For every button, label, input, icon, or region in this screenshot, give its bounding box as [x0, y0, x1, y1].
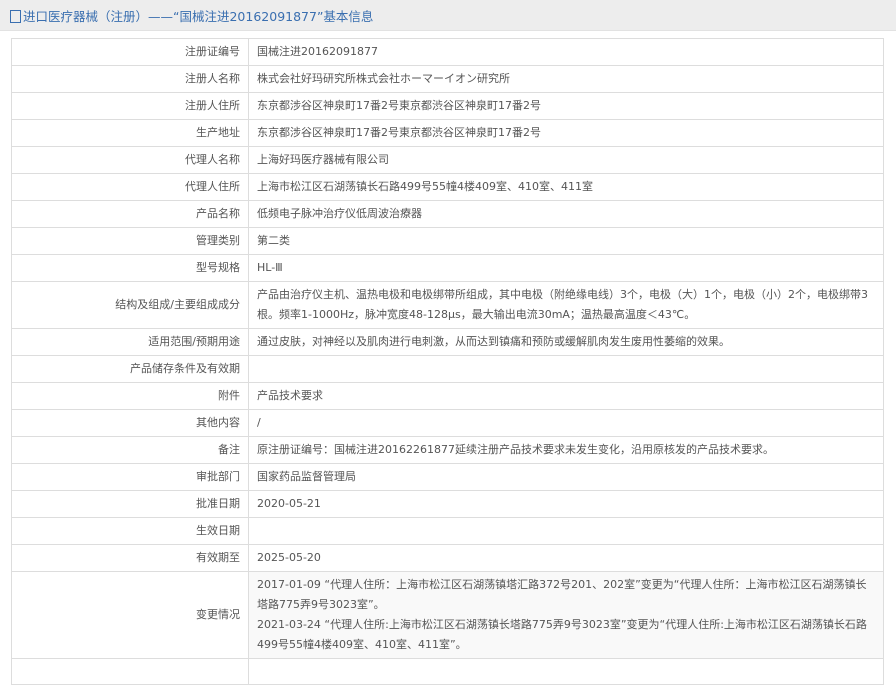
change-entry: 2017-01-09 “代理人住所：上海市松江区石湖荡镇塔汇路372号201、2… [257, 578, 867, 611]
table-row: 其他内容 / [11, 409, 884, 437]
row-value: / [248, 409, 884, 437]
row-value: 上海市松江区石湖荡镇长石路499号55幢4楼409室、410室、411室 [248, 173, 884, 201]
row-value: 产品由治疗仪主机、温热电极和电极绑带所组成，其中电极（附绝缘电线）3个，电极（大… [248, 281, 884, 329]
row-label: 注册人住所 [11, 92, 249, 120]
table-row: 注册人住所 东京都涉谷区神泉町17番2号東京都渋谷区神泉町17番2号 [11, 92, 884, 120]
row-label: 结构及组成/主要组成成分 [11, 281, 249, 329]
change-entry: 2021-03-24 “代理人住所:上海市松江区石湖荡镇长塔路775弄9号302… [257, 618, 867, 651]
table-row: 注册人名称 株式会社好玛研究所株式会社ホーマーイオン研究所 [11, 65, 884, 93]
table-row: 审批部门 国家药品监督管理局 [11, 463, 884, 491]
table-row: 产品储存条件及有效期 [11, 355, 884, 383]
row-label: 产品名称 [11, 200, 249, 228]
row-label: 审批部门 [11, 463, 249, 491]
table-row: 生产地址 东京都涉谷区神泉町17番2号東京都渋谷区神泉町17番2号 [11, 119, 884, 147]
row-label: 管理类别 [11, 227, 249, 255]
info-table: 注册证编号 国械注进20162091877 注册人名称 株式会社好玛研究所株式会社ホー… [11, 38, 884, 685]
table-row: 产品名称 低频电子脉冲治疗仪低周波治療器 [11, 200, 884, 228]
table-row: 有效期至 2025-05-20 [11, 544, 884, 572]
row-value: 株式会社好玛研究所株式会社ホーマーイオン研究所 [248, 65, 884, 93]
row-label: 批准日期 [11, 490, 249, 518]
row-label: 有效期至 [11, 544, 249, 572]
row-label: 其他内容 [11, 409, 249, 437]
row-label: 适用范围/预期用途 [11, 328, 249, 356]
page-header: 进口医疗器械（注册）——“国械注进20162091877”基本信息 [0, 0, 896, 31]
document-icon [10, 9, 21, 23]
row-value: HL-Ⅲ [248, 254, 884, 282]
row-label: 生效日期 [11, 517, 249, 545]
table-row-changes: 变更情况 2017-01-09 “代理人住所：上海市松江区石湖荡镇塔汇路372号… [11, 571, 884, 659]
row-label: 注册人名称 [11, 65, 249, 93]
table-row: 注册证编号 国械注进20162091877 [11, 38, 884, 66]
table-row: 代理人住所 上海市松江区石湖荡镇长石路499号55幢4楼409室、410室、411… [11, 173, 884, 201]
table-row: 型号规格 HL-Ⅲ [11, 254, 884, 282]
table-row [11, 658, 884, 685]
row-value [248, 517, 884, 545]
row-value: 第二类 [248, 227, 884, 255]
row-label: 生产地址 [11, 119, 249, 147]
row-value [248, 355, 884, 383]
table-row: 备注 原注册证编号：国械注进20162261877延续注册产品技术要求未发生变化，… [11, 436, 884, 464]
row-value: 国家药品监督管理局 [248, 463, 884, 491]
table-row: 管理类别 第二类 [11, 227, 884, 255]
table-row: 结构及组成/主要组成成分 产品由治疗仪主机、温热电极和电极绑带所组成，其中电极（附… [11, 281, 884, 329]
row-label: 产品储存条件及有效期 [11, 355, 249, 383]
page-title: 进口医疗器械（注册）——“国械注进20162091877”基本信息 [23, 8, 374, 24]
row-value: 产品技术要求 [248, 382, 884, 410]
row-value: 国械注进20162091877 [248, 38, 884, 66]
row-value: 东京都涉谷区神泉町17番2号東京都渋谷区神泉町17番2号 [248, 119, 884, 147]
row-label: 注册证编号 [11, 38, 249, 66]
row-value: 上海好玛医疗器械有限公司 [248, 146, 884, 174]
row-value: 原注册证编号：国械注进20162261877延续注册产品技术要求未发生变化，沿用… [248, 436, 884, 464]
row-label: 变更情况 [11, 571, 249, 659]
row-value: 通过皮肤，对神经以及肌肉进行电刺激，从而达到镇痛和预防或缓解肌肉发生废用性萎缩的… [248, 328, 884, 356]
row-label: 代理人住所 [11, 173, 249, 201]
row-label: 附件 [11, 382, 249, 410]
row-label: 代理人名称 [11, 146, 249, 174]
row-label: 型号规格 [11, 254, 249, 282]
row-value: 2025-05-20 [248, 544, 884, 572]
table-row: 适用范围/预期用途 通过皮肤，对神经以及肌肉进行电刺激，从而达到镇痛和预防或缓解肌… [11, 328, 884, 356]
row-value: 2020-05-21 [248, 490, 884, 518]
table-row: 代理人名称 上海好玛医疗器械有限公司 [11, 146, 884, 174]
table-row: 附件 产品技术要求 [11, 382, 884, 410]
row-label: 备注 [11, 436, 249, 464]
table-row: 生效日期 [11, 517, 884, 545]
row-value: 东京都涉谷区神泉町17番2号東京都渋谷区神泉町17番2号 [248, 92, 884, 120]
table-row: 批准日期 2020-05-21 [11, 490, 884, 518]
row-value: 2017-01-09 “代理人住所：上海市松江区石湖荡镇塔汇路372号201、2… [248, 571, 884, 659]
row-value: 低频电子脉冲治疗仪低周波治療器 [248, 200, 884, 228]
